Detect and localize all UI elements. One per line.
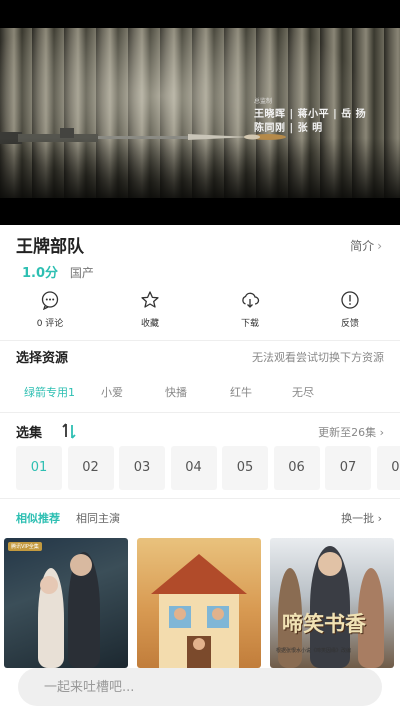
title-row: 王牌部队 简介 › [16,232,384,257]
download-label: 下载 [240,319,259,329]
star-icon [141,291,159,308]
video-player[interactable]: 总监制 王晓晖 | 蒋小平 | 岳 扬 陈同刚 | 张 明 [0,0,400,225]
source-heading: 选择资源 [16,351,69,366]
credits-row-2: 陈同刚 | 张 明 [254,123,323,134]
refresh-batch-button[interactable]: 换一批 › [341,510,382,526]
brief-label: 简介 [350,239,375,253]
poster-caption: 根据张恨水小说《啼笑因缘》改编 [276,648,352,654]
poster-face [318,552,342,576]
action-bar: 0 评论 收藏 下载 反馈 [0,290,400,334]
credits-row-1: 王晓晖 | 蒋小平 | 岳 扬 [254,109,367,120]
poster-card[interactable]: 腾讯VIP全集 [4,538,128,668]
poster-title: 啼笑书香 [282,611,366,636]
comment-icon [41,291,59,310]
video-frame: 总监制 王晓晖 | 蒋小平 | 岳 扬 陈同刚 | 张 明 [0,28,400,198]
divider [0,498,400,499]
comment-bar [18,668,382,706]
credits-heading: 总监制 [254,98,273,105]
refresh-batch-label: 换一批 [341,512,375,525]
episode-section-header: 选集 更新至26集 › [16,422,384,442]
tab-same-actors[interactable]: 相同主演 [76,510,120,526]
episode-button[interactable]: 07 [325,446,371,490]
feedback-button[interactable]: 反馈 [300,290,400,334]
favorite-button[interactable]: 收藏 [100,290,200,334]
source-option[interactable]: 小爱 [101,384,123,400]
source-option[interactable]: 绿箭专用1 [24,384,75,400]
divider [0,340,400,341]
feedback-label: 反馈 [340,319,359,329]
chevron-right-icon: › [377,239,382,253]
episode-button[interactable]: 08 [376,446,400,490]
episode-button[interactable]: 03 [119,446,165,490]
poster-badge: 腾讯VIP全集 [8,542,42,551]
episode-button[interactable]: 02 [67,446,114,490]
recommend-tabs: 相似推荐 相同主演 换一批 › [16,510,384,528]
poster-face [40,576,58,594]
episode-list: 0102030405060708 [16,446,400,490]
download-cloud-icon [242,292,260,308]
poster-card[interactable] [137,538,261,668]
show-title: 王牌部队 [16,237,84,257]
score-value: 1.0分 [22,266,59,281]
episode-heading: 选集 [16,426,43,441]
comment-count-label: 0 评论 [36,319,64,329]
tab-similar[interactable]: 相似推荐 [16,510,60,526]
alert-circle-icon [341,291,359,309]
poster-card[interactable]: 啼笑书香 根据张恨水小说《啼笑因缘》改编 [270,538,394,668]
episode-button[interactable]: 05 [222,446,268,490]
sort-toggle-icon[interactable] [60,422,78,440]
comment-input[interactable] [44,668,364,706]
region-label: 国产 [69,266,94,280]
episode-button[interactable]: 04 [170,446,217,490]
source-list: 绿箭专用1 小爱 快播 红牛 无尽 [0,380,400,404]
comment-button[interactable]: 0 评论 [0,290,100,334]
source-hint: 无法观看尝试切换下方资源 [252,351,384,364]
divider [0,412,400,413]
source-section-header: 选择资源 无法观看尝试切换下方资源 [16,347,384,367]
source-option[interactable]: 红牛 [230,384,252,400]
source-option[interactable]: 无尽 [292,384,314,400]
source-option[interactable]: 快播 [165,384,187,400]
episode-update-link[interactable]: 更新至26集 › [318,424,384,440]
chevron-right-icon: › [379,426,384,439]
episode-button[interactable]: 01 [16,446,62,490]
episode-button[interactable]: 06 [273,446,320,490]
recommend-posters: 腾讯VIP全集 啼笑书香 根据张恨水小说《啼笑因缘》改编 [4,538,400,668]
video-credits: 总监制 王晓晖 | 蒋小平 | 岳 扬 陈同刚 | 张 明 [254,96,366,136]
poster-house-illustration [151,554,247,668]
download-button[interactable]: 下载 [200,290,300,334]
rifle-image [0,128,286,144]
show-meta: 1.0分 国产 [22,262,94,281]
favorite-label: 收藏 [140,319,159,329]
episode-update-text: 更新至26集 [318,426,377,439]
brief-link[interactable]: 简介 › [350,237,382,254]
chevron-right-icon: › [377,512,382,525]
poster-face [70,554,92,576]
